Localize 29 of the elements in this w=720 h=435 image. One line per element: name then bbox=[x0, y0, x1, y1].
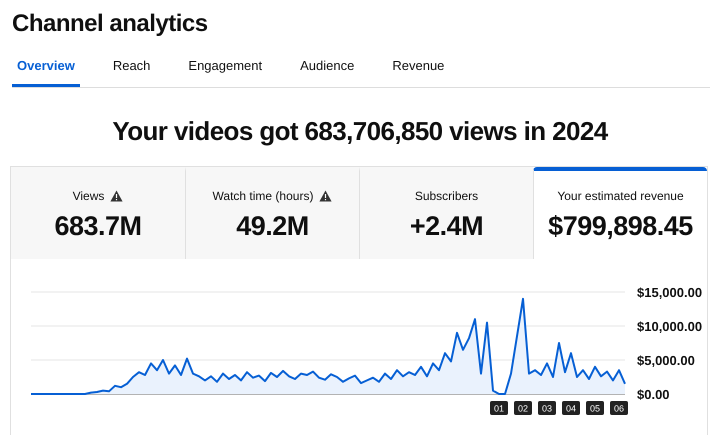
metric-card[interactable]: Your estimated revenue $799,898.45 bbox=[533, 167, 707, 259]
metric-label: Your estimated revenue bbox=[557, 188, 684, 202]
axis-label: $15,000.00 bbox=[637, 285, 702, 300]
tab[interactable]: Audience bbox=[295, 52, 360, 87]
metric-card[interactable]: Watch time (hours) 49.2M bbox=[185, 167, 359, 259]
metric-value: 683.7M bbox=[54, 210, 142, 242]
metric-label: Views bbox=[72, 188, 104, 202]
page-title: Channel analytics bbox=[12, 10, 209, 38]
tab[interactable]: Overview bbox=[12, 52, 80, 87]
date-badge[interactable]: 01 bbox=[490, 401, 508, 415]
metric-card[interactable]: Subscribers +2.4M bbox=[359, 167, 533, 259]
headline: Your videos got 683,706,850 views in 2024 bbox=[111, 116, 609, 148]
axis-label: $10,000.00 bbox=[637, 319, 702, 334]
metric-card[interactable]: Views 683.7M bbox=[11, 167, 185, 259]
date-badge[interactable]: 02 bbox=[514, 401, 532, 415]
date-badge[interactable]: 04 bbox=[562, 401, 580, 415]
date-badge[interactable]: 06 bbox=[610, 401, 628, 415]
metric-value: 49.2M bbox=[236, 210, 309, 242]
date-badge[interactable]: 03 bbox=[538, 401, 556, 415]
tab[interactable]: Revenue bbox=[387, 52, 450, 87]
axis-label: $0.00 bbox=[637, 387, 670, 402]
tab[interactable]: Reach bbox=[108, 52, 156, 87]
tab[interactable]: Engagement bbox=[183, 52, 268, 87]
date-badge[interactable]: 05 bbox=[586, 401, 604, 415]
metric-value: +2.4M bbox=[410, 210, 484, 242]
axis-label: $5,000.00 bbox=[637, 353, 695, 368]
metric-label: Subscribers bbox=[414, 188, 478, 202]
metric-value: $799,898.45 bbox=[548, 210, 693, 242]
metric-label: Watch time (hours) bbox=[212, 188, 314, 202]
